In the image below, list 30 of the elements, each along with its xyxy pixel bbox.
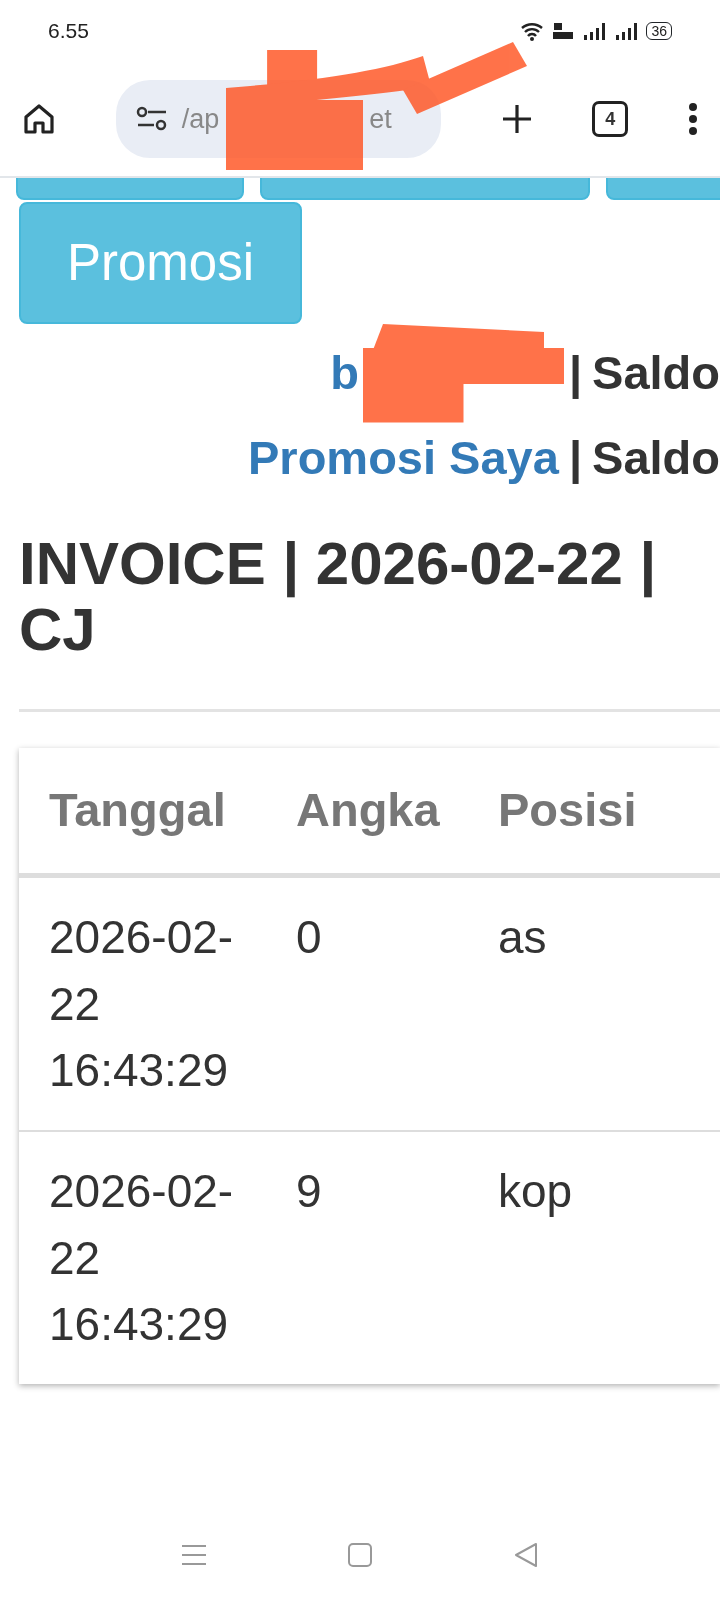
table-cell-text: 2026-02-22 16:43:29 (48, 910, 235, 1099)
signal-icon (582, 21, 607, 41)
wifi-icon (520, 21, 545, 41)
url-text: et (369, 102, 392, 136)
table-cell-text: 9 (296, 1164, 323, 1220)
user-link[interactable]: b (330, 338, 359, 409)
user-link[interactable]: Promosi Saya (248, 422, 559, 493)
invoice-title: CJ (19, 597, 97, 663)
tab-count-button[interactable]: 4 (592, 101, 629, 137)
site-settings-icon[interactable] (135, 106, 168, 132)
balance-label: Saldo (592, 345, 720, 401)
home-icon[interactable] (22, 102, 56, 136)
table-cell-text: 2026-02-22 16:43:29 (48, 1164, 235, 1353)
table-cell-text: as (498, 910, 548, 965)
table-cell-text: 0 (296, 910, 323, 965)
clock-text: 6.55 (48, 18, 89, 45)
column-header: Angka (296, 782, 441, 839)
separator-text: | (568, 429, 583, 486)
plus-icon[interactable] (500, 103, 533, 135)
column-header: Posisi (498, 782, 638, 839)
separator-text: | (568, 345, 583, 401)
table-cell-text: kop (498, 1164, 574, 1220)
invoice-title: INVOICE | 2026-02-22 | (19, 531, 658, 597)
signal-icon (614, 21, 639, 41)
menu-icon[interactable] (688, 102, 698, 136)
battery-indicator: 36 (646, 22, 672, 40)
back-icon[interactable] (513, 1542, 539, 1568)
column-header: Tanggal (48, 782, 227, 839)
balance-label: Saldo (592, 429, 720, 486)
url-text: /ap (181, 102, 220, 136)
